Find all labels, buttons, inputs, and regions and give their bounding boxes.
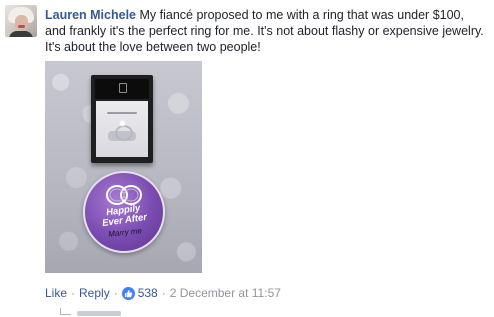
avatar-body bbox=[9, 31, 33, 37]
like-link[interactable]: Like bbox=[45, 285, 67, 301]
separator: · bbox=[71, 286, 76, 300]
happily-ever-after-badge: Happily Ever After Marry me bbox=[83, 171, 165, 253]
reply-arrow-icon bbox=[60, 307, 71, 315]
comment-timestamp[interactable]: 2 December at 11:57 bbox=[170, 285, 281, 301]
like-icon[interactable] bbox=[121, 286, 135, 300]
ring-stone bbox=[120, 121, 125, 126]
reaction-count[interactable]: 538 bbox=[138, 285, 158, 301]
reply-link[interactable]: Reply bbox=[79, 285, 110, 301]
box-logo bbox=[119, 83, 127, 93]
avatar[interactable] bbox=[5, 5, 37, 37]
ring-box bbox=[91, 75, 153, 163]
replies-text-cut bbox=[77, 310, 121, 316]
ring-box-lining bbox=[96, 101, 148, 157]
avatar-mouth bbox=[18, 25, 25, 28]
separator: · bbox=[113, 286, 118, 300]
comment-actions: Like · Reply · 538 · 2 December at 11:57 bbox=[45, 285, 281, 301]
box-script bbox=[107, 112, 137, 114]
comment-author[interactable]: Lauren Michele bbox=[45, 8, 136, 22]
comment-photo[interactable]: Happily Ever After Marry me bbox=[45, 61, 202, 273]
separator: · bbox=[161, 286, 166, 300]
replies-row-cut bbox=[60, 305, 121, 317]
ring-box-lid bbox=[95, 79, 149, 99]
ring bbox=[115, 125, 133, 141]
comment-body: Lauren Michele My fiancé proposed to me … bbox=[45, 7, 485, 55]
